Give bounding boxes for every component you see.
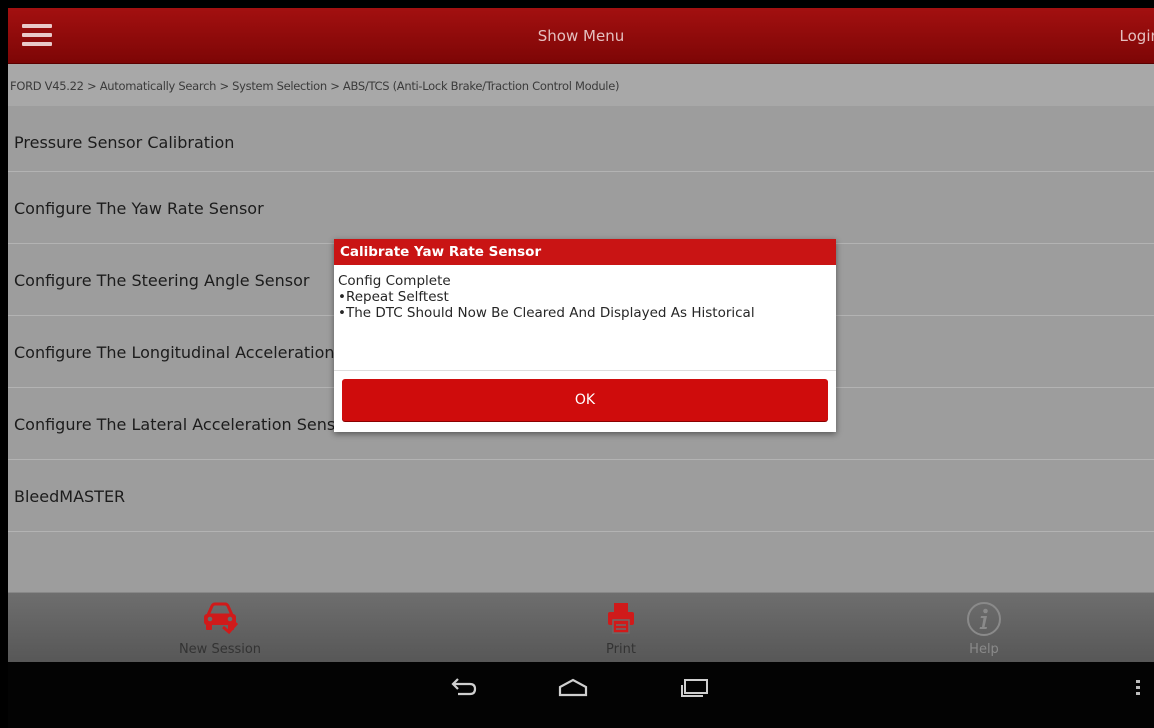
home-icon[interactable] xyxy=(557,676,589,704)
new-session-label: New Session xyxy=(178,642,262,657)
android-nav-bar xyxy=(8,662,1154,728)
dialog-message-line: Config Complete xyxy=(338,273,451,289)
device-frame: Show Menu Login FORD V45.22 > Automatica… xyxy=(0,0,1154,728)
list-item-bleedmaster[interactable]: BleedMASTER xyxy=(8,460,1154,532)
list-item-pressure-sensor-calibration[interactable]: Pressure Sensor Calibration xyxy=(8,106,1154,172)
ok-button[interactable]: OK xyxy=(342,379,828,421)
info-icon xyxy=(966,601,1002,641)
breadcrumb: FORD V45.22 > Automatically Search > Sys… xyxy=(8,64,1154,106)
overflow-menu-icon[interactable] xyxy=(1136,680,1140,698)
page-title[interactable]: Show Menu xyxy=(8,27,1154,45)
help-label: Help xyxy=(969,642,999,657)
dialog-message-line: •The DTC Should Now Be Cleared And Displ… xyxy=(338,305,755,321)
dialog-title: Calibrate Yaw Rate Sensor xyxy=(334,239,836,265)
dialog-message: Config Complete •Repeat Selftest •The DT… xyxy=(334,265,836,371)
recents-icon[interactable] xyxy=(679,676,711,704)
calibration-dialog: Calibrate Yaw Rate Sensor Config Complet… xyxy=(334,239,836,432)
help-button[interactable]: Help xyxy=(914,593,1054,663)
dialog-message-line: •Repeat Selftest xyxy=(338,289,449,305)
print-button[interactable]: Print xyxy=(551,593,691,663)
app-screen: Show Menu Login FORD V45.22 > Automatica… xyxy=(8,8,1154,728)
login-button[interactable]: Login xyxy=(1120,27,1154,45)
list-item-configure-yaw-rate-sensor[interactable]: Configure The Yaw Rate Sensor xyxy=(8,172,1154,244)
printer-icon xyxy=(606,601,636,639)
new-session-button[interactable]: New Session xyxy=(150,593,290,663)
back-icon[interactable] xyxy=(448,676,478,704)
bottom-toolbar: New Session Print Help xyxy=(8,592,1154,662)
app-header: Show Menu Login xyxy=(8,8,1154,64)
print-label: Print xyxy=(606,642,636,657)
car-icon xyxy=(201,601,239,639)
